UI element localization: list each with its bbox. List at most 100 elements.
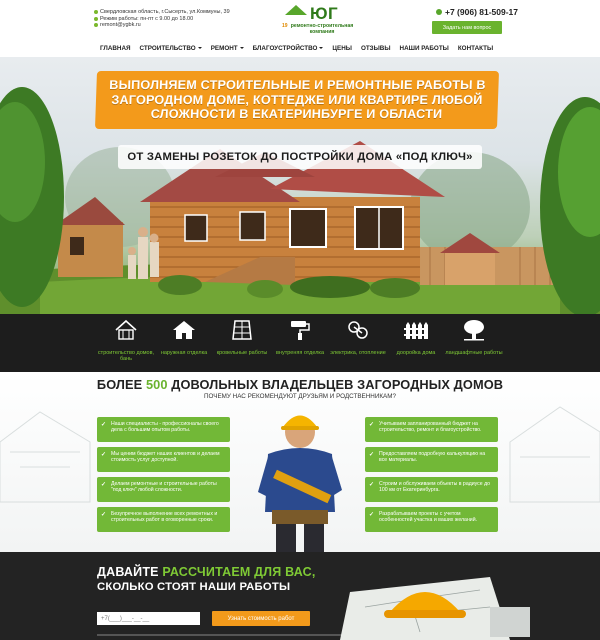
benefit-text: Строим и обслуживаем объекты в радиусе д… [379,481,490,494]
check-icon: ✓ [101,422,107,428]
phone-text[interactable]: +7 (906) 81-509-17 [445,7,518,17]
calc-title: ДАВАЙТЕ РАССЧИТАЕМ ДЛЯ ВАС, [97,565,316,579]
ask-question-button[interactable]: Задать нам вопрос [432,21,502,34]
service-item-exterior[interactable]: наружная отделка [155,314,213,372]
logo-subtitle: ремонтно-строительная компания [290,23,354,35]
benefit-card: ✓ Учитываем запланированный бюджет на стр… [365,417,498,442]
service-label[interactable]: электрика, отопление [330,350,386,356]
builder-illustration [258,415,342,552]
service-label[interactable]: дооройка дома [397,350,436,356]
paint-roller-icon [288,319,312,341]
service-item-extension[interactable]: дооройка дома [387,314,445,372]
nav-item-prices[interactable]: ЦЕНЫ [332,45,352,52]
get-price-button[interactable]: Узнать стоимость работ [212,611,310,626]
service-item-interior[interactable]: внутреняя отделка [271,314,329,372]
benefit-card: ✓ Разрабатываем проекты с учетом особенно… [365,507,498,532]
check-icon: ✓ [101,512,107,518]
service-label[interactable]: строительство домов, бань [97,350,155,362]
main-nav: ГЛАВНАЯ СТРОИТЕЛЬСТВО РЕМОНТ БЛАГОУСТРОЙ… [100,42,493,54]
service-label[interactable]: ландшафтные работы [445,350,502,356]
service-label[interactable]: наружная отделка [161,350,207,356]
mail-icon [94,23,98,28]
check-icon: ✓ [101,452,107,458]
email-line[interactable]: remont@ygbk.ru [94,22,254,29]
nav-label[interactable]: ЦЕНЫ [332,45,352,52]
nav-label[interactable]: БЛАГОУСТРОЙСТВО [253,45,318,52]
hero-section: ВЫПОЛНЯЕМ СТРОИТЕЛЬНЫЕ И РЕМОНТНЫЕ РАБОТ… [0,57,600,314]
hero-headline-banner: ВЫПОЛНЯЕМ СТРОИТЕЛЬНЫЕ И РЕМОНТНЫЕ РАБОТ… [94,71,500,129]
benefit-card: ✓ Строим и обслуживаем объекты в радиусе … [365,477,498,502]
logo-text: ЮГ [310,4,339,23]
nav-label[interactable]: ОТЗЫВЫ [361,45,391,52]
location-icon [94,10,98,15]
benefit-card: ✓ Делаем ремонтные и строительные работы … [97,477,230,502]
email-link[interactable]: remont@ygbk.ru [100,22,141,29]
hero-subheadline-banner: ОТ ЗАМЕНЫ РОЗЕТОК ДО ПОСТРОЙКИ ДОМА «ПОД… [118,145,482,169]
benefit-text: Предоставляем подробную калькуляцию на в… [379,451,486,464]
check-icon: ✓ [369,512,375,518]
blueprint-helmet-illustration [340,577,530,640]
service-item-roofing[interactable]: кровельные работы [213,314,271,372]
phone-input-value[interactable]: +7(___)___-__-__ [101,616,149,622]
contact-info: Свердловская область, г.Сысерть, ул.Комм… [94,9,254,29]
calc-subtitle: СКОЛЬКО СТОЯТ НАШИ РАБОТЫ [97,581,291,593]
company-logo[interactable]: ЮГ 19 ремонтно-строительная компания [282,4,357,37]
phone-number[interactable]: +7 (906) 81-509-17 [436,7,518,17]
benefit-card: ✓ Безупречное выполнение всех ремонтных и… [97,507,230,532]
benefit-text: Безупречное выполнение всех ремонтных и … [111,511,218,524]
service-label[interactable]: внутреняя отделка [276,350,324,356]
nav-label[interactable]: СТРОИТЕЛЬСТВО [140,45,196,52]
benefit-card: ✓ Мы ценим бюджет наших клиентов и делаем… [97,447,230,472]
calculator-section: ДАВАЙТЕ РАССЧИТАЕМ ДЛЯ ВАС, СКОЛЬКО СТОЯ… [0,552,600,640]
benefit-text: Разрабатываем проекты с учетом особеннос… [379,511,478,524]
why-section: БОЛЕЕ 500 ДОВОЛЬНЫХ ВЛАДЕЛЬЦЕВ ЗАГОРОДНЫ… [0,372,600,552]
nav-item-contacts[interactable]: КОНТАКТЫ [458,45,493,52]
phone-icon [436,9,442,15]
roof-tiles-icon [230,319,254,341]
nav-label[interactable]: НАШИ РАБОТЫ [400,45,449,52]
services-bar: строительство домов, бань наружная отдел… [0,314,600,372]
nav-item-home[interactable]: ГЛАВНАЯ [100,45,131,52]
check-icon: ✓ [369,452,375,458]
logo-roof-icon [285,5,307,15]
phone-input[interactable]: +7(___)___-__-__ [97,612,200,625]
nav-item-reviews[interactable]: ОТЗЫВЫ [361,45,391,52]
service-item-landscape[interactable]: ландшафтные работы [445,314,503,372]
hero-subheadline: ОТ ЗАМЕНЫ РОЗЕТОК ДО ПОСТРОЙКИ ДОМА «ПОД… [127,151,473,163]
house-frame-icon [114,319,138,341]
nav-item-repair[interactable]: РЕМОНТ [211,45,244,52]
clock-icon [94,16,98,21]
check-icon: ✓ [369,482,375,488]
site-header: Свердловская область, г.Сысерть, ул.Комм… [0,0,600,40]
electric-plug-icon [346,319,370,341]
calc-title-prefix: ДАВАЙТЕ [97,565,163,579]
check-icon: ✓ [101,482,107,488]
nav-item-construction[interactable]: СТРОИТЕЛЬСТВО [140,45,202,52]
nav-item-works[interactable]: НАШИ РАБОТЫ [400,45,449,52]
chevron-down-icon [197,47,202,49]
nav-item-landscaping[interactable]: БЛАГОУСТРОЙСТВО [253,45,324,52]
hero-headline: ВЫПОЛНЯЕМ СТРОИТЕЛЬНЫЕ И РЕМОНТНЫЕ РАБОТ… [109,78,486,122]
service-item-electric[interactable]: электрика, отопление [329,314,387,372]
service-item-construction[interactable]: строительство домов, бань [97,314,155,372]
benefit-text: Мы ценим бюджет наших клиентов и делаем … [111,451,220,464]
calc-title-accent: РАССЧИТАЕМ ДЛЯ ВАС, [162,565,316,579]
benefit-card: ✓ Предоставляем подробную калькуляцию на … [365,447,498,472]
fence-icon [404,319,428,341]
chevron-down-icon [239,47,244,49]
service-label[interactable]: кровельные работы [217,350,268,356]
chevron-down-icon [319,47,324,49]
check-icon: ✓ [369,422,375,428]
benefit-text: Учитываем запланированный бюджет на стро… [379,421,482,434]
why-title-number: 500 [145,377,168,392]
nav-label[interactable]: ГЛАВНАЯ [100,45,131,52]
house-facade-icon [172,319,196,341]
nav-label[interactable]: КОНТАКТЫ [458,45,493,52]
tree-icon [462,319,486,341]
landing-page: Свердловская область, г.Сысерть, ул.Комм… [0,0,600,640]
benefit-card: ✓ Наши специалисты - профессионалы своего… [97,417,230,442]
nav-label[interactable]: РЕМОНТ [211,45,238,52]
disclaimer-line [97,634,357,636]
benefit-text: Наши специалисты - профессионалы своего … [111,421,219,434]
benefit-text: Делаем ремонтные и строительные работы "… [111,481,217,494]
